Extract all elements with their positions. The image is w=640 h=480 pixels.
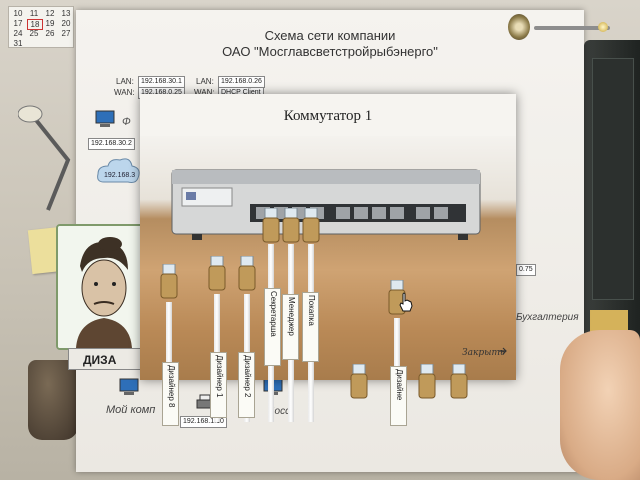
loose-plug[interactable] [208, 255, 226, 296]
loose-plug[interactable] [450, 363, 468, 404]
cable-tag-pokapka: Покапка [302, 292, 319, 362]
node-label-partial: Ф [122, 116, 131, 128]
my-computer-label: Мой комп [106, 404, 156, 416]
calendar-day: 25 [29, 29, 39, 38]
side-monitor-screen [592, 58, 634, 300]
character-portrait[interactable] [56, 224, 152, 350]
loose-plug[interactable] [418, 363, 436, 404]
calendar-day: 12 [45, 9, 55, 18]
cable-tag-designer-2: Дизайнер 2 [238, 352, 255, 418]
connected-plug[interactable] [282, 207, 300, 248]
lan-label: LAN: [116, 77, 134, 86]
cable-tag-manager: Менеджер [282, 294, 299, 360]
my-computer-icon[interactable] [118, 378, 140, 398]
volume-slider-knob[interactable] [598, 22, 608, 32]
connected-plug[interactable] [302, 207, 320, 248]
calendar-day: 13 [61, 9, 71, 18]
calendar-day: 31 [13, 39, 23, 48]
diagram-title-line2: ОАО "Мосглавсветстройрыбэнерго" [222, 44, 438, 59]
calendar-day: 10 [13, 9, 23, 18]
calendar-day: 24 [13, 29, 23, 38]
loose-plug[interactable] [160, 263, 178, 304]
calendar-day: 11 [29, 9, 39, 18]
calendar-day: 17 [13, 19, 23, 28]
diagram-title: Схема сети компании ОАО "Мосглавсветстро… [76, 28, 584, 60]
calendar-day: 19 [45, 19, 55, 28]
hand-cursor-icon [399, 292, 413, 312]
hand-illustration [560, 330, 640, 480]
loose-plug[interactable] [238, 255, 256, 296]
speaker-icon[interactable] [508, 14, 530, 40]
left-ip-field: 192.168.30.2 [88, 138, 135, 150]
calendar-day: 27 [61, 29, 71, 38]
wan-label: WAN: [114, 88, 135, 97]
cable-tag-designer-active: Дизайне [390, 366, 407, 426]
cloud-ip-label: 192.168.3 [104, 172, 136, 179]
connected-plug[interactable] [262, 207, 280, 248]
lan-label-2: LAN: [196, 77, 214, 86]
computer-icon[interactable] [94, 110, 116, 130]
calendar-day: 26 [45, 29, 55, 38]
network-switch-illustration [171, 169, 481, 240]
cable-tag-secretary: Секретарша [264, 288, 281, 366]
cloud-icon [97, 158, 140, 183]
calendar-day: 20 [61, 19, 71, 28]
accounting-label: Бухгалтерия [516, 312, 579, 323]
close-arrow-icon[interactable] [498, 346, 508, 356]
cable-tag-designer-1: Дизайнер 1 [210, 352, 227, 418]
desk-lamp-illustration [18, 105, 71, 211]
switch-dialog-title: Коммутатор 1 [283, 108, 373, 124]
coffee-mug-illustration [28, 360, 78, 440]
loose-plug[interactable] [350, 363, 368, 404]
character-name-plate: ДИЗА [68, 348, 150, 370]
right-ip-field: 0.75 [516, 264, 536, 276]
cable-tag-designer-8: Дизайнер 8 [162, 362, 179, 426]
character-avatar-illustration [58, 226, 150, 348]
desk-calendar: 10 11 12 13 17 18 19 20 24 25 26 27 31 [8, 6, 74, 48]
